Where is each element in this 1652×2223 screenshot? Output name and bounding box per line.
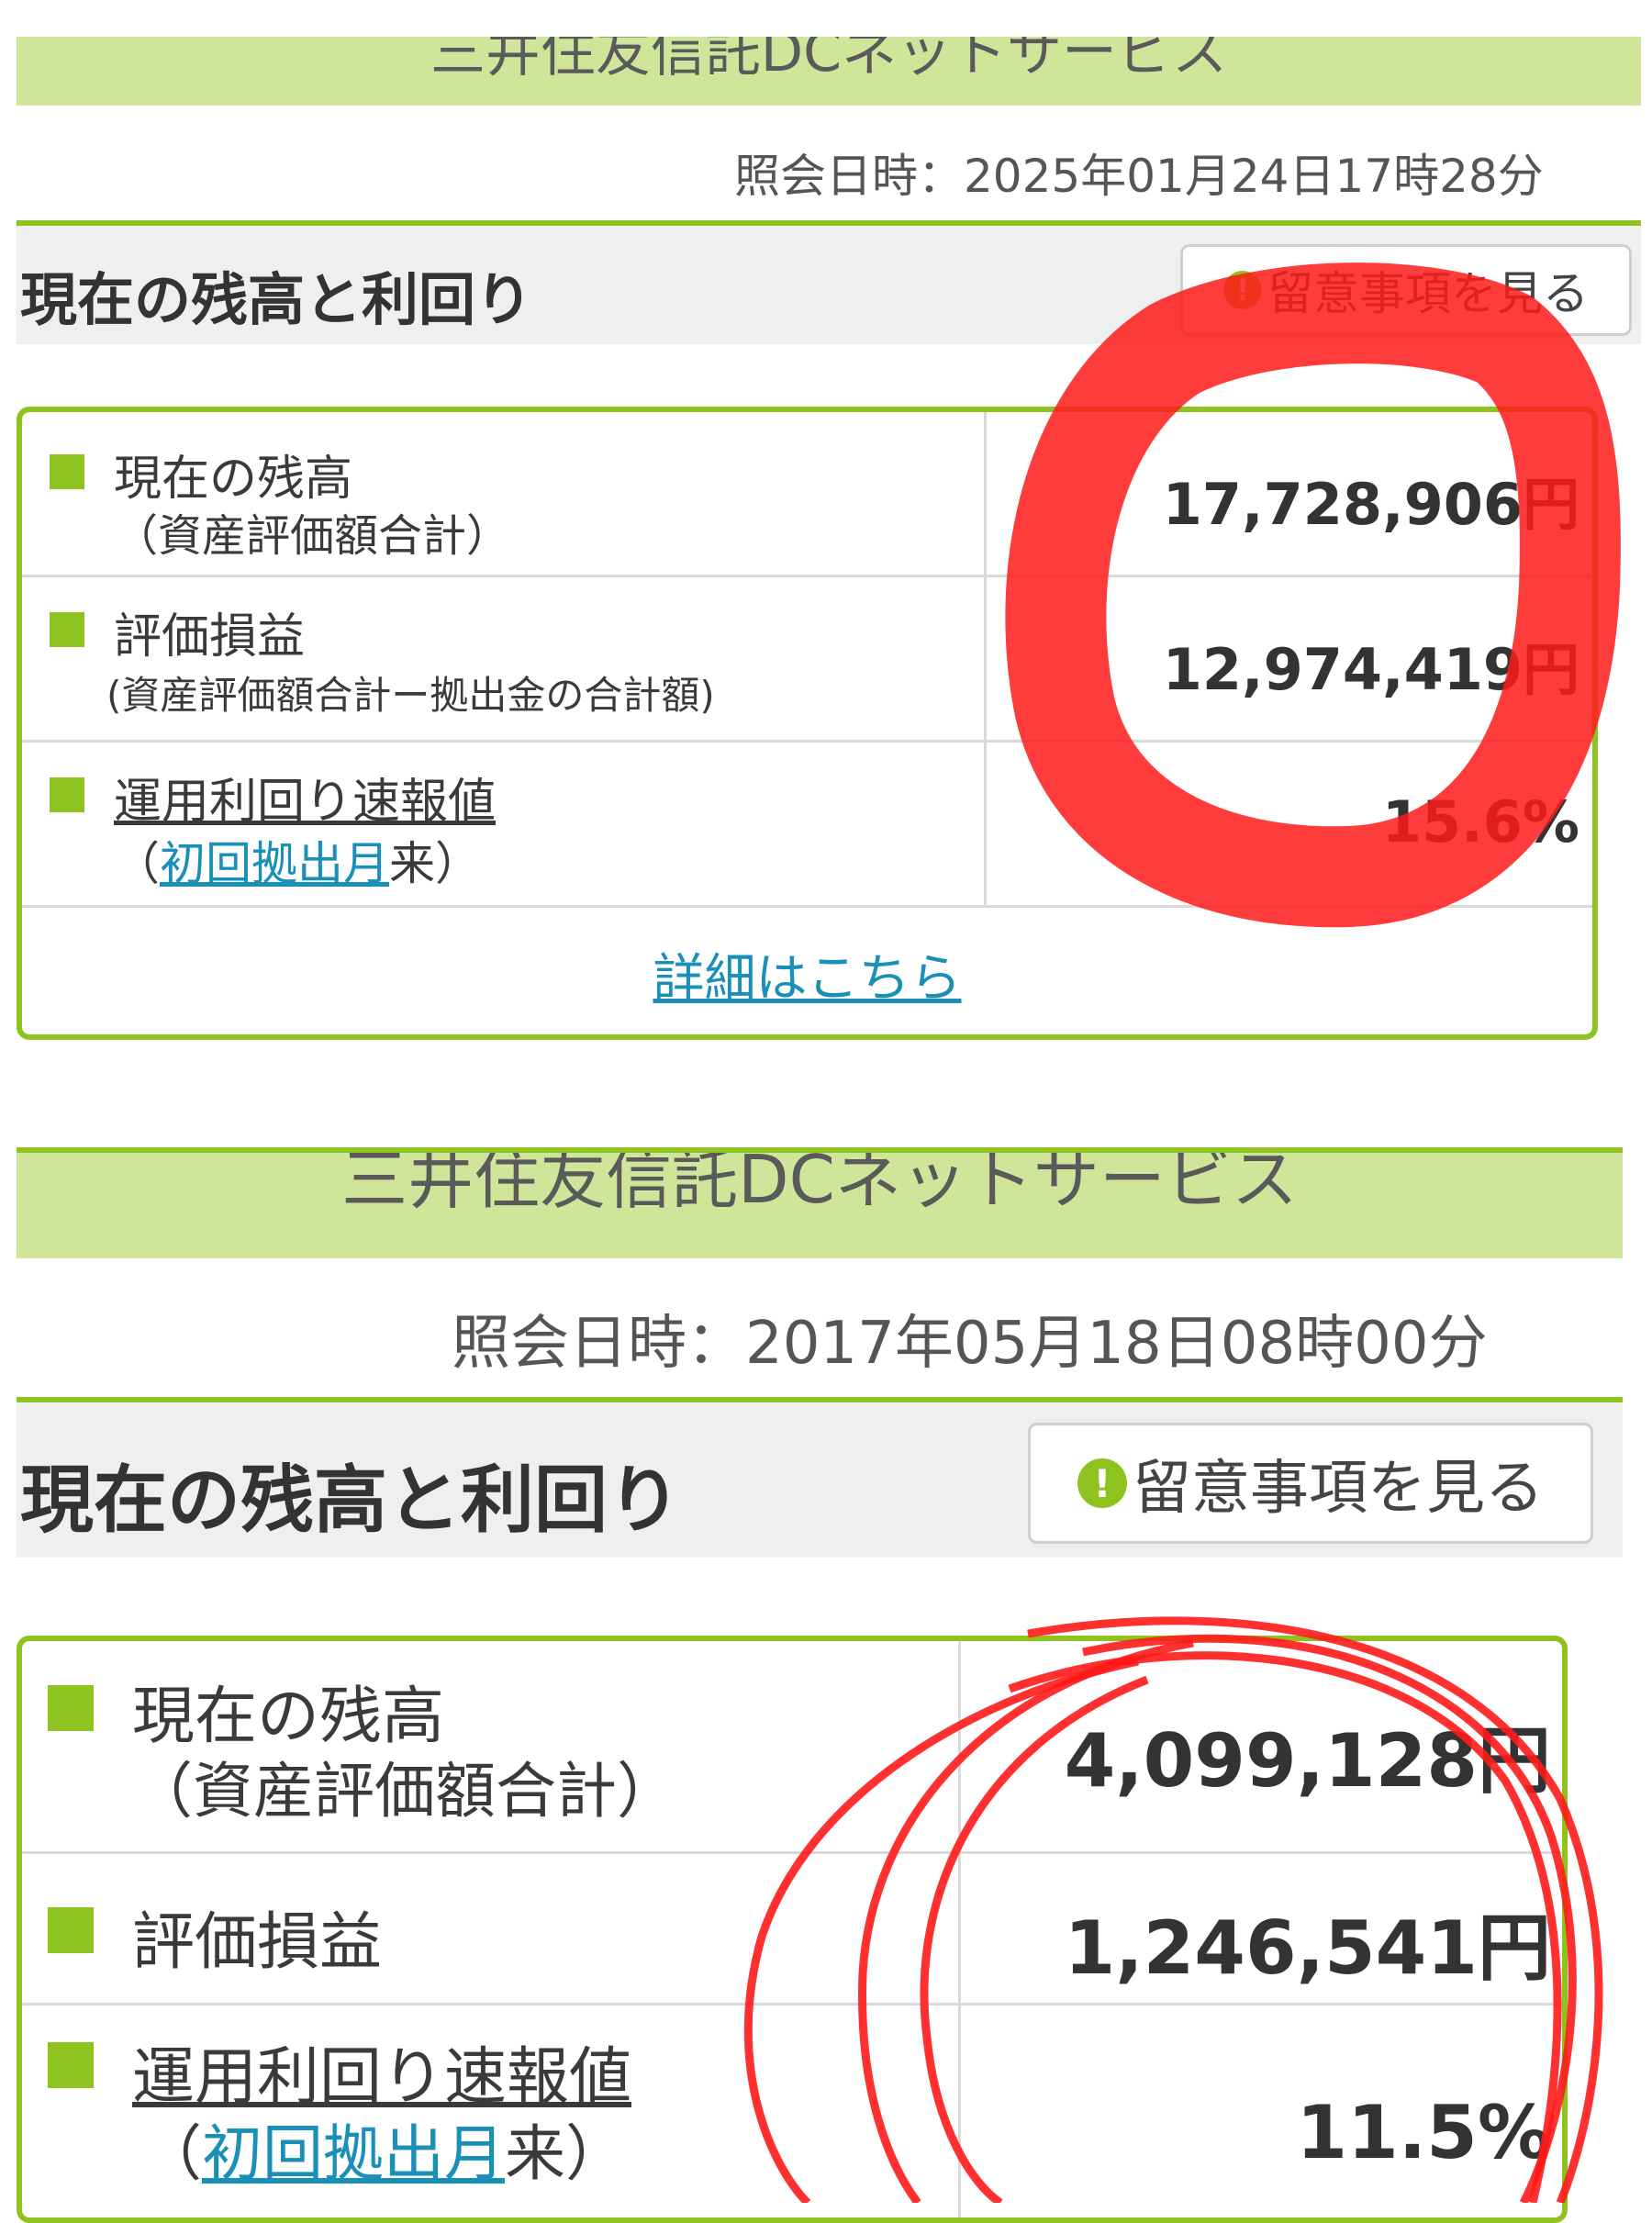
yield-link[interactable]: 運用利回り速報値 <box>114 763 496 832</box>
detail-link[interactable]: 詳細はこちら <box>22 937 1592 1011</box>
gain-loss-row: 評価損益 (資産評価額合計ー拠出金の合計額) 12,974,419円 <box>22 577 1592 743</box>
query-timestamp: 照会日時：2025年01月24日17時28分 <box>734 150 1544 203</box>
gain-loss-value: 1,246,541円 <box>1064 1905 1551 1991</box>
row-sublabel: (資産評価額合計ー拠出金の合計額) <box>106 673 715 718</box>
balance-row: 現在の残高 （資産評価額合計） 17,728,906円 <box>22 412 1592 577</box>
notice-button-label: 留意事項を見る <box>1267 267 1589 320</box>
section-title: 現在の残高と利回り <box>20 266 533 333</box>
paren-open: （ <box>114 837 160 890</box>
row-label: 評価損益 <box>132 1906 383 1979</box>
section-title: 現在の残高と利回り <box>20 1458 681 1543</box>
section-header: 現在の残高と利回り ! 留意事項を見る <box>17 1397 1623 1558</box>
balance-card: 現在の残高 （資産評価額合計） 4,099,128円 評価損益 1,246,54… <box>17 1636 1568 2223</box>
first-contribution-link[interactable]: 初回拠出月 <box>202 2118 505 2189</box>
green-square-bullet-icon <box>50 777 84 812</box>
row-sublabel: （資産評価額合計） <box>114 510 511 562</box>
yield-link[interactable]: 運用利回り速報値 <box>132 2026 631 2117</box>
row-label: 現在の残高 <box>114 452 353 507</box>
exclamation-circle-icon: ! <box>1077 1458 1127 1508</box>
green-square-bullet-icon <box>48 1685 94 1731</box>
bottom-banner: 三井住友信託DCネットサービス <box>17 1147 1623 1258</box>
exclamation-circle-icon: ! <box>1223 271 1262 309</box>
green-square-bullet-icon <box>48 2042 94 2088</box>
row-sublabel: （資産評価額合計） <box>132 1756 677 1826</box>
banner-service-name: 三井住友信託DCネットサービス <box>341 1147 1298 1218</box>
gain-loss-value: 12,974,419円 <box>1162 636 1579 703</box>
balance-value: 17,728,906円 <box>1162 471 1579 538</box>
yield-row: 運用利回り速報値 （初回拠出月来） 15.6% <box>22 743 1592 908</box>
green-square-bullet-icon <box>48 1907 94 1953</box>
balance-row: 現在の残高 （資産評価額合計） 4,099,128円 <box>22 1641 1562 1854</box>
yield-value: 15.6% <box>1381 788 1579 855</box>
yield-row: 運用利回り速報値 （初回拠出月来） 11.5% <box>22 2005 1562 2217</box>
balance-card: 現在の残高 （資産評価額合計） 17,728,906円 評価損益 (資産評価額合… <box>17 407 1598 1040</box>
green-square-bullet-icon <box>50 454 84 489</box>
yield-value: 11.5% <box>1296 2090 1551 2175</box>
row-sublabel: （初回拠出月来） <box>114 827 481 893</box>
query-timestamp: 照会日時：2017年05月18日08時00分 <box>452 1310 1488 1378</box>
row-sublabel: （初回拠出月来） <box>141 2105 626 2193</box>
section-header: 現在の残高と利回り ! 留意事項を見る <box>17 220 1641 344</box>
balance-value: 4,099,128円 <box>1064 1718 1551 1804</box>
top-banner: 三井住友信託DCネットサービス <box>17 37 1641 106</box>
banner-service-name: 三井住友信託DCネットサービス <box>430 37 1228 84</box>
notice-button-label: 留意事項を見る <box>1133 1455 1544 1523</box>
paren-close: 来） <box>389 837 481 890</box>
gain-loss-row: 評価損益 1,246,541円 <box>22 1854 1562 2005</box>
row-label: 評価損益 <box>114 609 306 665</box>
notice-button[interactable]: ! 留意事項を見る <box>1028 1423 1593 1544</box>
first-contribution-link[interactable]: 初回拠出月 <box>160 837 389 890</box>
paren-close: 来） <box>505 2118 626 2189</box>
green-square-bullet-icon <box>50 612 84 647</box>
notice-button[interactable]: ! 留意事項を見る <box>1180 244 1632 336</box>
paren-open: （ <box>141 2118 202 2189</box>
